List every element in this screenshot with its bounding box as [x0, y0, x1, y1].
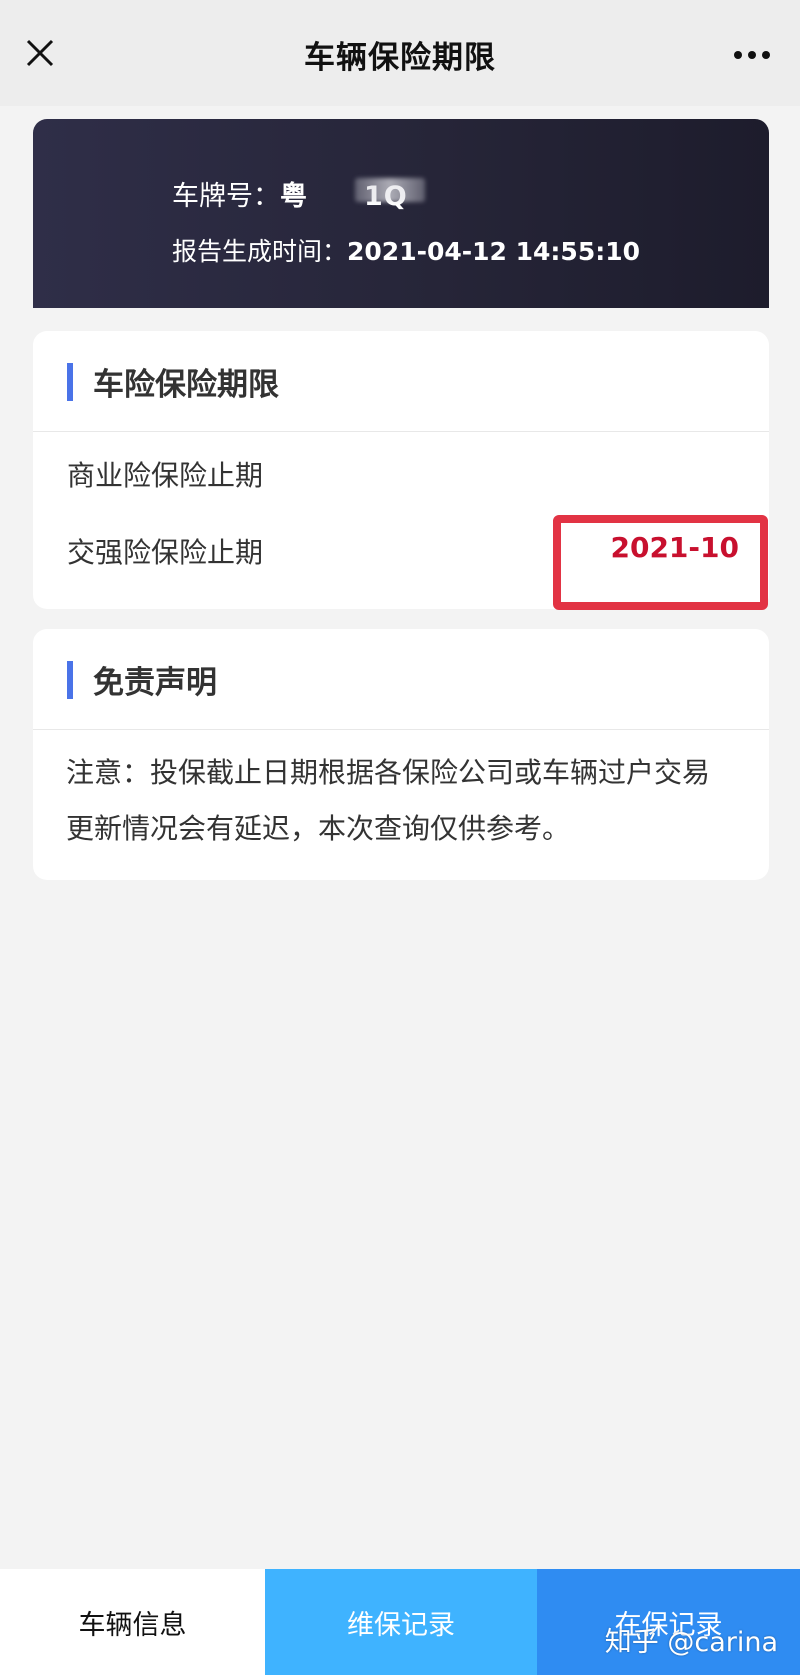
- disclaimer-text: 注意：投保截止日期根据各保险公司或车辆过户交易更新情况会有延迟，本次查询仅供参考…: [66, 756, 711, 845]
- report-time-label: 报告生成时间：: [172, 237, 348, 266]
- insurance-card-header: 车险保险期限: [33, 331, 769, 432]
- navbar: 车辆保险期限: [0, 0, 800, 106]
- more-icon[interactable]: [732, 43, 772, 67]
- page-title: 车辆保险期限: [304, 40, 496, 76]
- plate-blur-mask: [355, 178, 425, 202]
- disclaimer-card: 免责声明 注意：投保截止日期根据各保险公司或车辆过户交易更新情况会有延迟，本次查…: [33, 629, 769, 880]
- commercial-insurance-row: 商业险保险止期: [33, 432, 769, 518]
- plate-label: 车牌号：: [172, 181, 280, 212]
- compulsory-insurance-label: 交强险保险止期: [67, 536, 264, 569]
- report-time-value: 2021-04-12 14:55:10: [347, 237, 640, 266]
- insurance-card-title: 车险保险期限: [93, 367, 279, 403]
- tab-maintenance-records[interactable]: 维保记录: [265, 1569, 537, 1675]
- vehicle-header-card: 车牌号：粤 1Q 报告生成时间：2021-04-12 14:55:10: [33, 119, 769, 308]
- title-accent-bar: [67, 363, 73, 401]
- title-accent-bar: [67, 661, 73, 699]
- disclaimer-card-title: 免责声明: [93, 665, 217, 701]
- highlight-box: [553, 515, 768, 610]
- report-time-row: 报告生成时间：2021-04-12 14:55:10: [172, 232, 640, 268]
- tab-vehicle-info[interactable]: 车辆信息: [0, 1569, 265, 1675]
- commercial-insurance-label: 商业险保险止期: [67, 459, 264, 492]
- disclaimer-card-header: 免责声明: [33, 629, 769, 730]
- watermark: 知乎 @carina: [604, 1627, 778, 1658]
